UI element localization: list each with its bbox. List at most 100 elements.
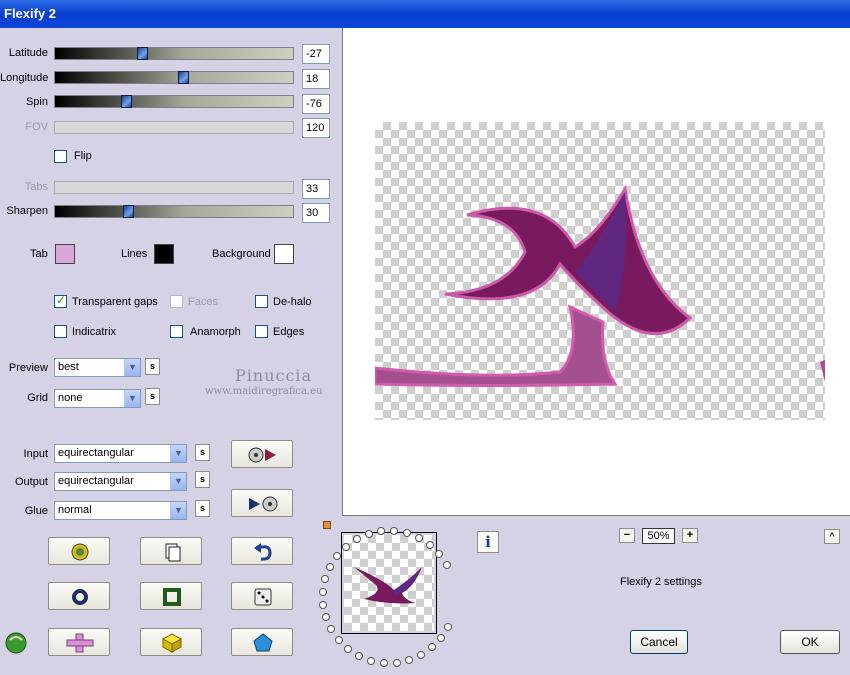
cross-net-button[interactable] bbox=[48, 628, 110, 656]
longitude-label: Longitude bbox=[0, 72, 49, 84]
edges-checkbox[interactable] bbox=[255, 325, 268, 338]
flip-label: Flip bbox=[74, 150, 92, 162]
tab-color-label: Tab bbox=[30, 248, 48, 260]
preview-select[interactable]: best ▼ bbox=[54, 358, 141, 377]
latitude-slider-thumb[interactable] bbox=[137, 47, 148, 60]
dial-dot[interactable] bbox=[437, 634, 445, 642]
de-halo-checkbox[interactable] bbox=[255, 295, 268, 308]
spin-value[interactable]: -76 bbox=[302, 94, 330, 114]
dial-dot[interactable] bbox=[367, 657, 375, 665]
dial-dot[interactable] bbox=[428, 643, 436, 651]
dial-dot[interactable] bbox=[426, 541, 434, 549]
dial-dot[interactable] bbox=[335, 636, 343, 644]
preview-s-button[interactable]: s bbox=[145, 358, 160, 375]
dial-dot[interactable] bbox=[365, 530, 373, 538]
dial-dot[interactable] bbox=[319, 588, 327, 596]
navigator-handle[interactable] bbox=[323, 521, 331, 529]
latitude-value[interactable]: -27 bbox=[302, 44, 330, 64]
output-s-button[interactable]: s bbox=[195, 471, 210, 488]
dial-dot[interactable] bbox=[377, 527, 385, 535]
dial-dot[interactable] bbox=[415, 534, 423, 542]
collapse-button[interactable]: ^ bbox=[824, 529, 840, 544]
sharpen-slider[interactable] bbox=[54, 205, 294, 218]
dial-dot[interactable] bbox=[443, 561, 451, 569]
dial-dot[interactable] bbox=[344, 645, 352, 653]
chevron-down-icon[interactable]: ▼ bbox=[124, 359, 140, 376]
transparent-gaps-checkbox[interactable]: ✓ bbox=[54, 293, 67, 308]
ring-icon bbox=[72, 589, 88, 605]
dial-dot[interactable] bbox=[405, 656, 413, 664]
cube-button[interactable] bbox=[140, 628, 202, 656]
glue-s-button[interactable]: s bbox=[195, 500, 210, 517]
undo-button[interactable] bbox=[231, 537, 293, 565]
square-button[interactable] bbox=[140, 582, 202, 610]
spin-slider-thumb[interactable] bbox=[121, 95, 132, 108]
longitude-value[interactable]: 18 bbox=[302, 69, 330, 89]
thumbnail-preview[interactable] bbox=[341, 532, 437, 634]
chevron-down-icon[interactable]: ▼ bbox=[170, 502, 186, 519]
dial-dot[interactable] bbox=[322, 613, 330, 621]
dial-dot[interactable] bbox=[403, 529, 411, 537]
dial-dot[interactable] bbox=[417, 651, 425, 659]
tab-color-swatch[interactable] bbox=[55, 244, 75, 264]
zoom-out-button[interactable]: − bbox=[619, 528, 635, 543]
preview-select-value: best bbox=[58, 361, 79, 373]
dial-dot[interactable] bbox=[393, 659, 401, 667]
zoom-in-button[interactable]: + bbox=[682, 528, 698, 543]
spin-label: Spin bbox=[25, 96, 48, 108]
edges-label: Edges bbox=[273, 326, 305, 338]
chevron-down-icon[interactable]: ▼ bbox=[170, 473, 186, 490]
sharpen-slider-thumb[interactable] bbox=[123, 205, 134, 218]
latitude-slider[interactable] bbox=[54, 47, 294, 60]
dial-dot[interactable] bbox=[353, 535, 361, 543]
input-s-button[interactable]: s bbox=[195, 444, 210, 461]
lines-color-swatch[interactable] bbox=[154, 244, 174, 264]
spin-slider[interactable] bbox=[54, 95, 294, 108]
output-select[interactable]: equirectangular ▼ bbox=[54, 472, 187, 491]
undo-icon bbox=[254, 543, 272, 561]
preview-canvas[interactable] bbox=[342, 28, 850, 516]
pentagon-button[interactable] bbox=[231, 628, 293, 656]
flip-checkbox[interactable] bbox=[54, 150, 67, 163]
randomize-button[interactable] bbox=[48, 537, 110, 565]
ring-button[interactable] bbox=[48, 582, 110, 610]
longitude-slider-thumb[interactable] bbox=[178, 71, 189, 84]
grid-s-button[interactable]: s bbox=[145, 388, 160, 405]
info-button[interactable]: i bbox=[477, 531, 499, 553]
dial-dot[interactable] bbox=[390, 527, 398, 535]
dial-dot[interactable] bbox=[326, 563, 334, 571]
longitude-slider[interactable] bbox=[54, 71, 294, 84]
title-bar: Flexify 2 bbox=[0, 0, 850, 28]
dial-dot[interactable] bbox=[333, 552, 341, 560]
input-select[interactable]: equirectangular ▼ bbox=[54, 444, 187, 463]
sharpen-value[interactable]: 30 bbox=[302, 203, 330, 223]
dial-dot[interactable] bbox=[444, 623, 452, 631]
dial-dot[interactable] bbox=[321, 575, 329, 583]
load-preset-button[interactable] bbox=[231, 440, 293, 468]
indicatrix-checkbox[interactable] bbox=[54, 325, 67, 338]
dial-dot[interactable] bbox=[319, 601, 327, 609]
background-color-swatch[interactable] bbox=[274, 244, 294, 264]
dial-dot[interactable] bbox=[342, 543, 350, 551]
dice-button[interactable] bbox=[231, 582, 293, 610]
chevron-down-icon[interactable]: ▼ bbox=[124, 390, 140, 407]
transparent-gaps-label: Transparent gaps bbox=[72, 296, 158, 308]
input-select-value: equirectangular bbox=[58, 447, 134, 459]
watermark-site: www.maidiregrafica.eu bbox=[205, 386, 323, 397]
copy-button[interactable] bbox=[140, 537, 202, 565]
background-color-label: Background bbox=[212, 248, 271, 260]
ok-button[interactable]: OK bbox=[780, 630, 840, 654]
grid-select[interactable]: none ▼ bbox=[54, 389, 141, 408]
cancel-button[interactable]: Cancel bbox=[630, 630, 688, 654]
chevron-down-icon[interactable]: ▼ bbox=[170, 445, 186, 462]
glue-select[interactable]: normal ▼ bbox=[54, 501, 187, 520]
settings-label: Flexify 2 settings bbox=[620, 576, 702, 588]
tabs-value: 33 bbox=[302, 179, 330, 199]
dial-dot[interactable] bbox=[355, 652, 363, 660]
save-preset-button[interactable] bbox=[231, 489, 293, 517]
anamorph-checkbox[interactable] bbox=[170, 325, 183, 338]
dial-dot[interactable] bbox=[380, 659, 388, 667]
grid-select-value: none bbox=[58, 392, 83, 404]
dial-dot[interactable] bbox=[327, 625, 335, 633]
dial-dot[interactable] bbox=[435, 550, 443, 558]
